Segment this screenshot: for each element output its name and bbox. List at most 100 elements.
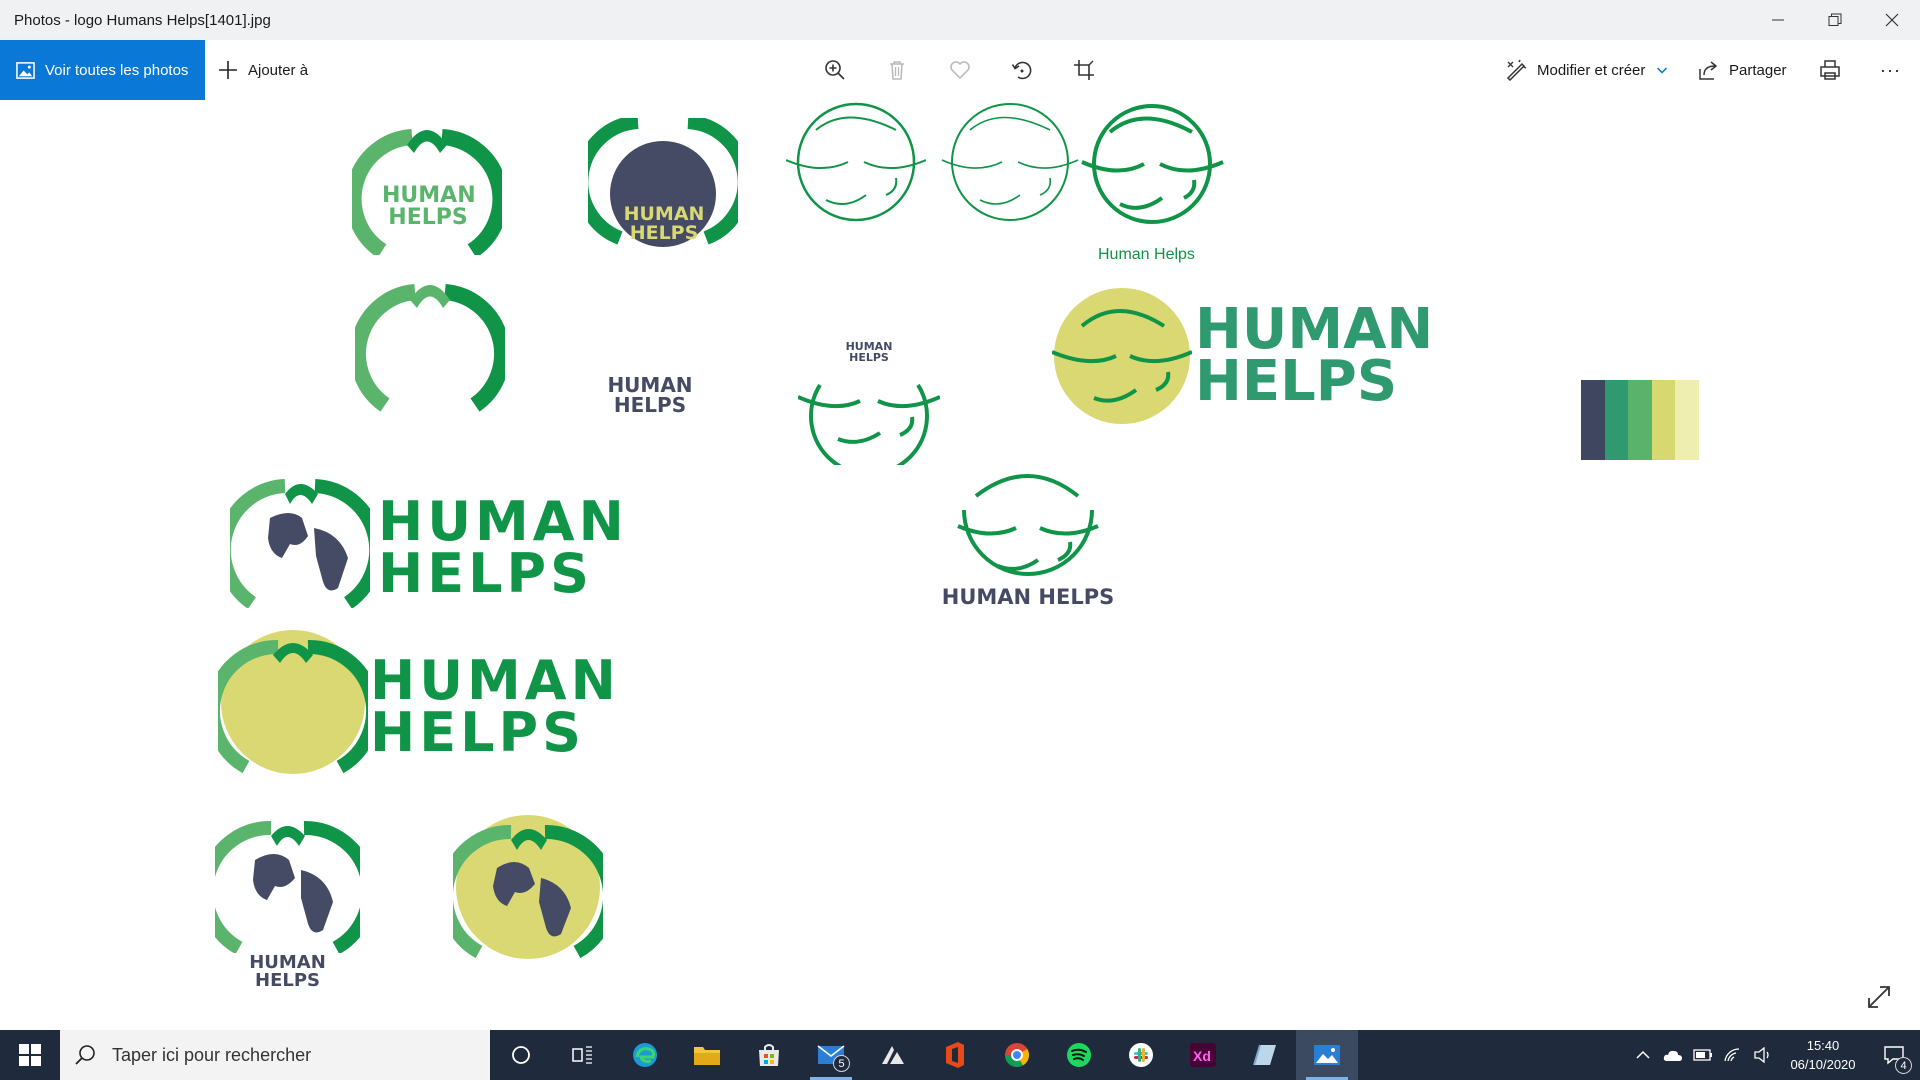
favorite-button[interactable] xyxy=(940,40,980,100)
restore-button[interactable] xyxy=(1806,0,1863,40)
logo-arc-green-text: HUMAN HELPS xyxy=(345,115,509,258)
palette-swatch-1 xyxy=(1581,380,1605,460)
speaker-icon xyxy=(1754,1047,1769,1063)
more-options-icon: ··· xyxy=(1880,59,1901,80)
rotate-button[interactable] xyxy=(1002,40,1042,100)
photo-toolbar: Voir toutes les photos Ajouter à Modifie… xyxy=(0,40,1920,100)
notes-app[interactable] xyxy=(1234,1030,1296,1080)
close-button[interactable] xyxy=(1863,0,1920,40)
photos-app[interactable] xyxy=(1296,1030,1358,1080)
taskbar-search-box[interactable]: Taper ici pour rechercher xyxy=(60,1030,490,1080)
logo-arc-only xyxy=(350,272,510,412)
plus-icon xyxy=(219,61,237,79)
view-all-photos-button[interactable]: Voir toutes les photos xyxy=(0,40,205,100)
spotify-app[interactable] xyxy=(1048,1030,1110,1080)
logo-text-navy: HUMAN HELPS xyxy=(600,375,700,415)
search-icon xyxy=(75,1045,95,1065)
full-screen-button[interactable] xyxy=(1866,984,1892,1010)
battery-icon xyxy=(1693,1049,1712,1061)
outline-globe-1 xyxy=(785,100,927,225)
caption-text: Human Helps xyxy=(1098,246,1195,263)
logo-yellow-disc-text: HUMAN HELPS xyxy=(218,627,616,777)
notification-center-button[interactable]: 4 xyxy=(1868,1030,1920,1080)
minimize-icon xyxy=(1771,19,1784,21)
spotify-icon xyxy=(1067,1043,1091,1067)
edge-app[interactable] xyxy=(614,1030,676,1080)
logo-arc-navy-disc: HUMAN HELPS xyxy=(574,115,752,258)
earth-arc-word1: HUMAN xyxy=(378,490,628,553)
delete-icon xyxy=(890,61,904,80)
show-hidden-icons-button[interactable] xyxy=(1628,1030,1658,1080)
minimize-button[interactable] xyxy=(1749,0,1806,40)
clock-button[interactable]: 15:40 06/10/2020 xyxy=(1778,1036,1868,1074)
cortana-button[interactable] xyxy=(490,1030,552,1080)
notification-badge: 4 xyxy=(1895,1057,1912,1074)
svg-text:Xd: Xd xyxy=(1193,1048,1211,1064)
outline-globe-graphic-3 xyxy=(1081,104,1224,224)
battery-button[interactable] xyxy=(1688,1030,1718,1080)
favorite-icon xyxy=(950,61,970,80)
earth-arc-word2: HELPS xyxy=(378,542,593,605)
cortana-icon xyxy=(512,1046,530,1064)
edit-create-icon xyxy=(1506,59,1527,81)
zoom-button[interactable] xyxy=(815,40,855,100)
human-helps-caption: Human Helps xyxy=(1098,246,1238,264)
mail-badge: 5 xyxy=(833,1055,850,1072)
photos-icon xyxy=(16,61,35,79)
logo-navy-word2: HELPS xyxy=(613,393,687,417)
start-button[interactable] xyxy=(0,1030,60,1080)
notes-icon xyxy=(1253,1044,1276,1066)
share-icon xyxy=(1699,61,1718,80)
close-icon xyxy=(1885,13,1898,27)
photo-canvas: HUMAN HELPS HUMAN HELPS Human Helps HUMA… xyxy=(0,100,1920,1030)
print-icon xyxy=(1820,60,1840,80)
wifi-icon xyxy=(1724,1048,1740,1062)
rotate-icon xyxy=(1011,61,1032,80)
more-options-button[interactable]: ··· xyxy=(1880,40,1901,100)
share-label: Partager xyxy=(1729,61,1787,79)
network-button[interactable] xyxy=(1718,1030,1748,1080)
affinity-app[interactable] xyxy=(862,1030,924,1080)
logo2-word2: HELPS xyxy=(629,222,699,244)
outline-globe-3 xyxy=(1080,100,1225,230)
file-explorer-app[interactable] xyxy=(676,1030,738,1080)
yellow-globe-graphic xyxy=(1052,288,1192,424)
chrome-icon xyxy=(1005,1043,1030,1068)
yellow-earth-graphic xyxy=(439,815,617,959)
store-icon xyxy=(759,1044,779,1066)
store-app[interactable] xyxy=(738,1030,800,1080)
arc-only-graphic xyxy=(350,284,510,412)
slack-app[interactable] xyxy=(1110,1030,1172,1080)
edge-icon xyxy=(633,1043,657,1067)
adobe-xd-app[interactable]: Xd xyxy=(1172,1030,1234,1080)
onedrive-button[interactable] xyxy=(1658,1030,1688,1080)
palette-swatch-4 xyxy=(1651,380,1676,460)
office-app[interactable] xyxy=(924,1030,986,1080)
logo-earth-arc-text: HUMAN HELPS xyxy=(230,478,624,608)
task-view-button[interactable] xyxy=(552,1030,614,1080)
share-button[interactable]: Partager xyxy=(1697,40,1787,100)
task-view-icon xyxy=(572,1046,592,1064)
edit-create-button[interactable]: Modifier et créer xyxy=(1505,40,1669,100)
earth-small-word2: HELPS xyxy=(255,970,320,991)
window-title: Photos - logo Humans Helps[1401].jpg xyxy=(14,11,271,29)
yellow-disc-word2: HELPS xyxy=(370,701,585,764)
add-to-button[interactable]: Ajouter à xyxy=(218,40,308,100)
volume-button[interactable] xyxy=(1748,1030,1778,1080)
windows-taskbar: Taper ici pour rechercher 5 Xd 15:40 06/… xyxy=(0,1030,1920,1080)
delete-button[interactable] xyxy=(877,40,917,100)
chevron-up-icon xyxy=(1636,1050,1650,1059)
logo-earth-small-text: HUMAN HELPS xyxy=(199,818,376,993)
mail-app[interactable]: 5 xyxy=(800,1030,862,1080)
outline-globe-2 xyxy=(940,100,1080,225)
cloud-icon xyxy=(1663,1050,1682,1061)
crop-button[interactable] xyxy=(1064,40,1104,100)
edit-create-label: Modifier et créer xyxy=(1537,61,1646,79)
print-button[interactable] xyxy=(1819,40,1851,100)
chevron-down-icon xyxy=(1657,67,1668,74)
chrome-app[interactable] xyxy=(986,1030,1048,1080)
earth-small-graphic xyxy=(199,820,376,955)
adobe-xd-icon: Xd xyxy=(1190,1043,1216,1067)
office-icon xyxy=(946,1042,964,1068)
logo1-word2: HELPS xyxy=(388,205,468,230)
